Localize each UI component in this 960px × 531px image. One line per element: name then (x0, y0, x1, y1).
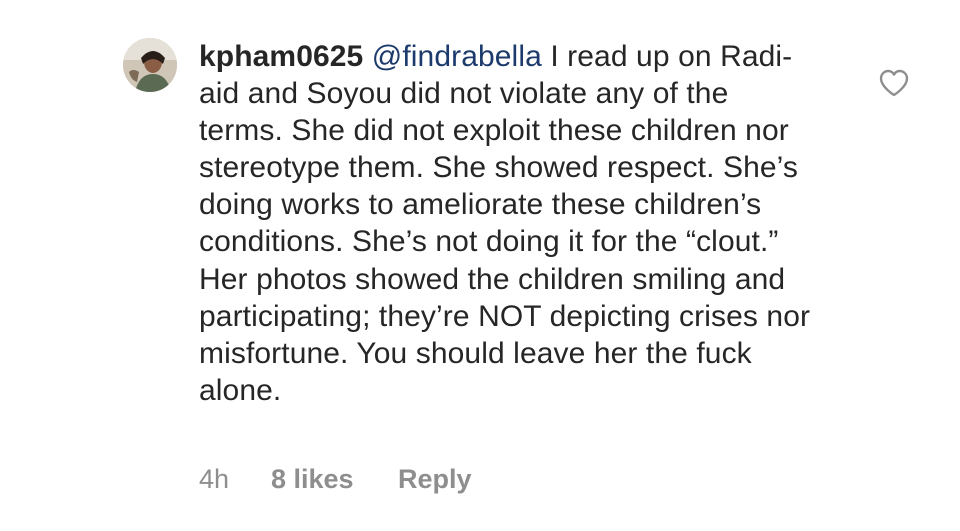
comment-body: kpham0625 @findrabella I read up on Radi… (199, 38, 819, 409)
heart-outline-icon (879, 69, 909, 97)
like-heart-icon[interactable] (878, 68, 910, 98)
comment-likes-count[interactable]: 8 likes (271, 464, 398, 495)
avatar[interactable] (123, 38, 177, 92)
comment-timestamp: 4h (199, 464, 230, 494)
comment-meta: 4h 8 likes Reply (199, 464, 472, 495)
avatar-image (123, 38, 177, 92)
comment-text: I read up on Radi-aid and Soyou did not … (199, 40, 811, 407)
reply-button[interactable]: Reply (398, 464, 472, 495)
comment: kpham0625 @findrabella I read up on Radi… (0, 0, 960, 531)
comment-username[interactable]: kpham0625 (199, 40, 363, 73)
comment-mention[interactable]: @findrabella (372, 40, 542, 73)
